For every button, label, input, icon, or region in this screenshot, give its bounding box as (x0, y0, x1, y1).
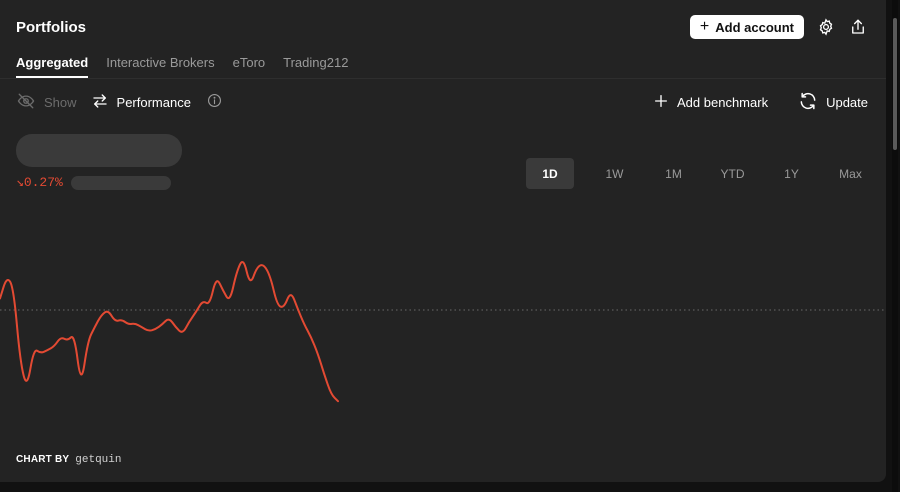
toolbar-actions: Add benchmark Update (653, 91, 868, 114)
add-benchmark-button[interactable]: Add benchmark (653, 91, 768, 114)
account-tabs: Aggregated Interactive Brokers eToro Tra… (16, 55, 348, 78)
range-1d[interactable]: 1D (526, 158, 574, 189)
chart-toolbar: Show Performance Add benchmark Update (16, 90, 868, 114)
credit-brand: getquin (75, 454, 122, 466)
add-account-label: Add account (715, 19, 794, 35)
update-label: Update (826, 94, 868, 110)
plus-icon (653, 93, 669, 112)
range-1y[interactable]: 1Y (762, 158, 821, 189)
panel-header: Portfolios + Add account (16, 12, 868, 42)
swap-arrows-icon (91, 92, 109, 113)
tab-trading212[interactable]: Trading212 (283, 55, 348, 78)
tabs-divider (0, 78, 886, 79)
eye-off-icon (16, 92, 36, 113)
performance-chart[interactable] (0, 250, 886, 430)
range-1w[interactable]: 1W (585, 158, 644, 189)
add-account-button[interactable]: + Add account (689, 15, 804, 39)
time-range-selector: 1D 1W 1M YTD 1Y Max (526, 158, 880, 189)
header-actions: + Add account (689, 15, 868, 39)
performance-label: Performance (116, 94, 191, 110)
share-icon[interactable] (848, 17, 868, 37)
chart-credit: CHART BY getquin (16, 454, 121, 466)
performance-line (0, 261, 339, 403)
show-label: Show (44, 94, 77, 110)
portfolio-panel: Portfolios + Add account Aggregated Inte… (0, 0, 886, 482)
range-1m[interactable]: 1M (644, 158, 703, 189)
credit-label: CHART BY (16, 454, 70, 465)
change-amount-placeholder (70, 175, 171, 190)
gear-icon[interactable] (816, 17, 836, 37)
tab-interactive-brokers[interactable]: Interactive Brokers (106, 55, 214, 78)
plus-icon: + (699, 18, 710, 35)
refresh-icon (798, 91, 818, 114)
show-toggle[interactable]: Show (16, 92, 77, 113)
performance-change: ↘0.27% (16, 175, 63, 190)
add-benchmark-label: Add benchmark (677, 94, 769, 110)
update-button[interactable]: Update (798, 91, 868, 114)
tab-aggregated[interactable]: Aggregated (16, 55, 89, 78)
range-max[interactable]: Max (821, 158, 880, 189)
tab-etoro[interactable]: eToro (233, 55, 266, 78)
performance-toggle[interactable]: Performance (91, 92, 222, 113)
scrollbar-thumb[interactable] (893, 18, 897, 150)
change-row: ↘0.27% (16, 175, 171, 190)
range-ytd[interactable]: YTD (703, 158, 762, 189)
portfolio-value-placeholder (16, 134, 182, 167)
page-title: Portfolios (16, 18, 86, 36)
info-icon[interactable] (207, 93, 222, 111)
